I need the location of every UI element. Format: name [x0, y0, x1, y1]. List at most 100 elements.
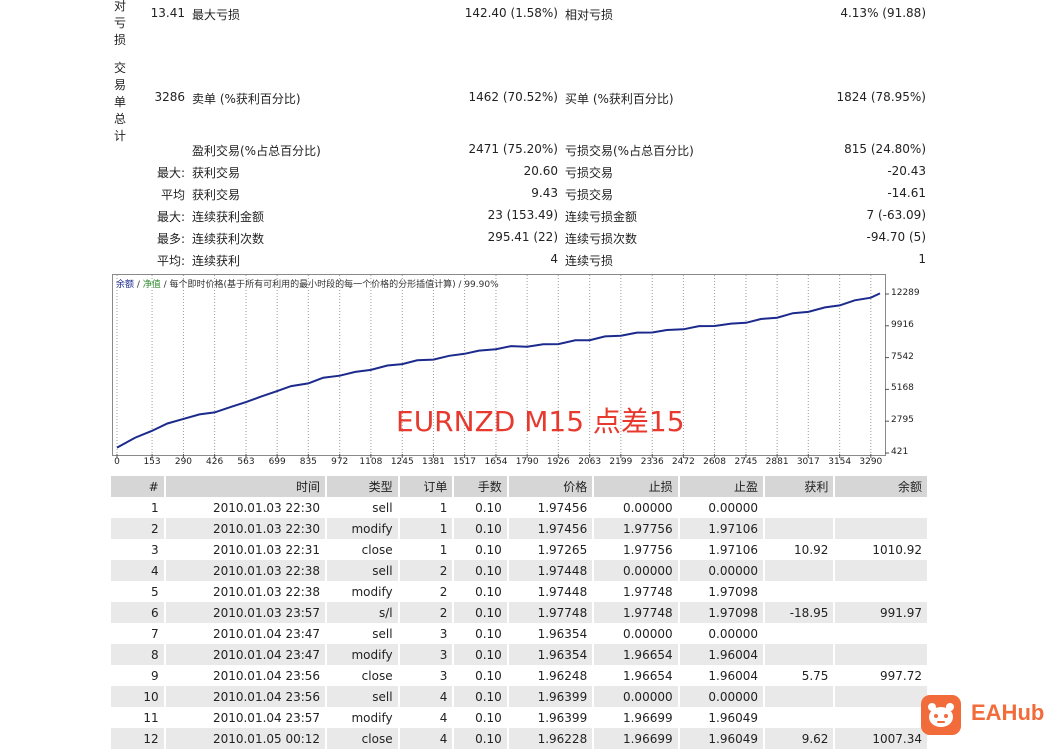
- table-cell: 0.10: [453, 665, 509, 686]
- table-cell: 4: [398, 707, 455, 728]
- table-row[interactable]: 6 2010.01.03 23:57 s/l 2 0.10 1.97748 1.97748 1…: [111, 602, 929, 623]
- table-cell: close: [326, 539, 400, 560]
- x-tick-label: 2608: [703, 457, 727, 467]
- table-row[interactable]: 1 2010.01.03 22:30 sell 1 0.10 1.97456 0.00000…: [111, 497, 929, 518]
- table-cell: 1.96399: [507, 686, 595, 707]
- table-cell: 0.10: [453, 581, 509, 602]
- table-cell: [834, 497, 929, 518]
- legend-balance: 余额: [116, 280, 135, 290]
- x-tick-label: 835: [299, 457, 317, 467]
- table-cell: 1.97098: [678, 581, 766, 602]
- table-row[interactable]: 7 2010.01.04 23:47 sell 3 0.10 1.96354 0.00000…: [111, 623, 929, 644]
- column-header[interactable]: #: [111, 476, 166, 497]
- table-cell: sell: [326, 560, 400, 581]
- column-header[interactable]: 订单: [398, 476, 455, 497]
- y-tick-label: 7542: [891, 351, 914, 362]
- column-header[interactable]: 获利: [764, 476, 836, 497]
- column-header[interactable]: 止损: [593, 476, 680, 497]
- table-cell: close: [326, 665, 400, 686]
- table-cell: 1: [398, 497, 455, 518]
- table-cell: 5.75: [764, 665, 836, 686]
- x-tick-label: 2472: [671, 457, 695, 467]
- table-cell: 5: [111, 581, 166, 602]
- table-cell: 2: [398, 560, 455, 581]
- table-row[interactable]: 4 2010.01.03 22:38 sell 2 0.10 1.97448 0.00000…: [111, 560, 929, 581]
- y-tick-label: 421: [891, 447, 909, 457]
- table-row[interactable]: 3 2010.01.03 22:31 close 1 0.10 1.97265 1.9775…: [111, 539, 929, 560]
- x-tick-label: 1790: [515, 457, 539, 467]
- table-cell: modify: [326, 707, 400, 728]
- table-cell: 1: [398, 518, 455, 539]
- table-cell: 2: [398, 602, 455, 623]
- table-cell: 1.96399: [507, 707, 595, 728]
- table-cell: 0.00000: [678, 623, 766, 644]
- table-cell: 2010.01.04 23:57: [164, 707, 328, 728]
- table-cell: 2: [111, 518, 166, 539]
- column-header[interactable]: 类型: [326, 476, 400, 497]
- table-cell: 0.10: [453, 602, 509, 623]
- table-cell: 2: [398, 581, 455, 602]
- x-tick-label: 563: [237, 457, 255, 467]
- table-row[interactable]: 5 2010.01.03 22:38 modify 2 0.10 1.97448 1.977…: [111, 581, 929, 602]
- table-row[interactable]: 9 2010.01.04 23:56 close 3 0.10 1.96248 1.9665…: [111, 665, 929, 686]
- table-cell: 0.00000: [593, 686, 680, 707]
- table-cell: 0.10: [453, 707, 509, 728]
- table-cell: [834, 707, 929, 728]
- logo-icon: [921, 695, 961, 735]
- table-cell: 2010.01.04 23:47: [164, 644, 328, 665]
- table-cell: 997.72: [834, 665, 929, 686]
- table-cell: [834, 518, 929, 539]
- table-cell: [764, 581, 836, 602]
- table-cell: 1.96354: [507, 623, 595, 644]
- x-tick-label: 2199: [609, 457, 633, 467]
- table-cell: 2010.01.03 22:30: [164, 518, 328, 539]
- y-tick-label: 5168: [891, 383, 914, 394]
- chart-watermark: EURNZD M15 点差15: [396, 405, 685, 438]
- chart-legend: 余额 / 净值 / 每个即时价格(基于所有可利用的最小时段的每一个价格的分形插值…: [116, 277, 499, 290]
- column-header[interactable]: 价格: [507, 476, 595, 497]
- table-cell: 1.96654: [593, 644, 680, 665]
- table-cell: [764, 518, 836, 539]
- table-cell: 0.10: [453, 686, 509, 707]
- table-cell: 1.97265: [507, 539, 595, 560]
- legend-equity: 净值: [142, 280, 161, 290]
- table-cell: 1.97106: [678, 518, 766, 539]
- column-header[interactable]: 手数: [453, 476, 509, 497]
- x-tick-label: 3017: [796, 457, 820, 467]
- x-tick-label: 2063: [578, 457, 602, 467]
- x-tick-label: 1381: [421, 457, 445, 467]
- table-cell: 1.97756: [593, 518, 680, 539]
- table-cell: 1.97748: [507, 602, 595, 623]
- column-header[interactable]: 时间: [164, 476, 328, 497]
- table-cell: 3: [398, 665, 455, 686]
- table-cell: 2010.01.03 22:38: [164, 581, 328, 602]
- table-cell: 2010.01.04 23:56: [164, 665, 328, 686]
- column-header[interactable]: 止盈: [678, 476, 766, 497]
- table-row[interactable]: 8 2010.01.04 23:47 modify 3 0.10 1.96354 1.966…: [111, 644, 929, 665]
- x-tick-label: 153: [143, 457, 161, 467]
- table-row[interactable]: 11 2010.01.04 23:57 modify 4 0.10 1.96399 1.96…: [111, 707, 929, 728]
- table-cell: [834, 623, 929, 644]
- table-cell: 3: [111, 539, 166, 560]
- x-tick-label: 1517: [453, 457, 477, 467]
- x-tick-label: 3290: [859, 457, 883, 467]
- table-row[interactable]: 10 2010.01.04 23:56 sell 4 0.10 1.96399 0.0000…: [111, 686, 929, 707]
- column-header[interactable]: 余额: [834, 476, 929, 497]
- x-tick-label: 1926: [546, 457, 570, 467]
- x-tick-label: 972: [331, 457, 349, 467]
- table-row[interactable]: 2 2010.01.03 22:30 modify 1 0.10 1.97456 1.977…: [111, 518, 929, 539]
- table-cell: [764, 623, 836, 644]
- table-cell: modify: [326, 518, 400, 539]
- table-cell: 0.00000: [678, 686, 766, 707]
- table-cell: 1.97748: [593, 602, 680, 623]
- table-cell: sell: [326, 686, 400, 707]
- table-cell: [764, 560, 836, 581]
- table-cell: 1.96354: [507, 644, 595, 665]
- table-cell: [764, 686, 836, 707]
- x-tick-label: 1108: [359, 457, 383, 467]
- table-cell: 1.97098: [678, 602, 766, 623]
- x-tick-label: 1245: [390, 457, 414, 467]
- x-tick-label: 2745: [734, 457, 758, 467]
- table-cell: sell: [326, 623, 400, 644]
- table-cell: 0.10: [453, 539, 509, 560]
